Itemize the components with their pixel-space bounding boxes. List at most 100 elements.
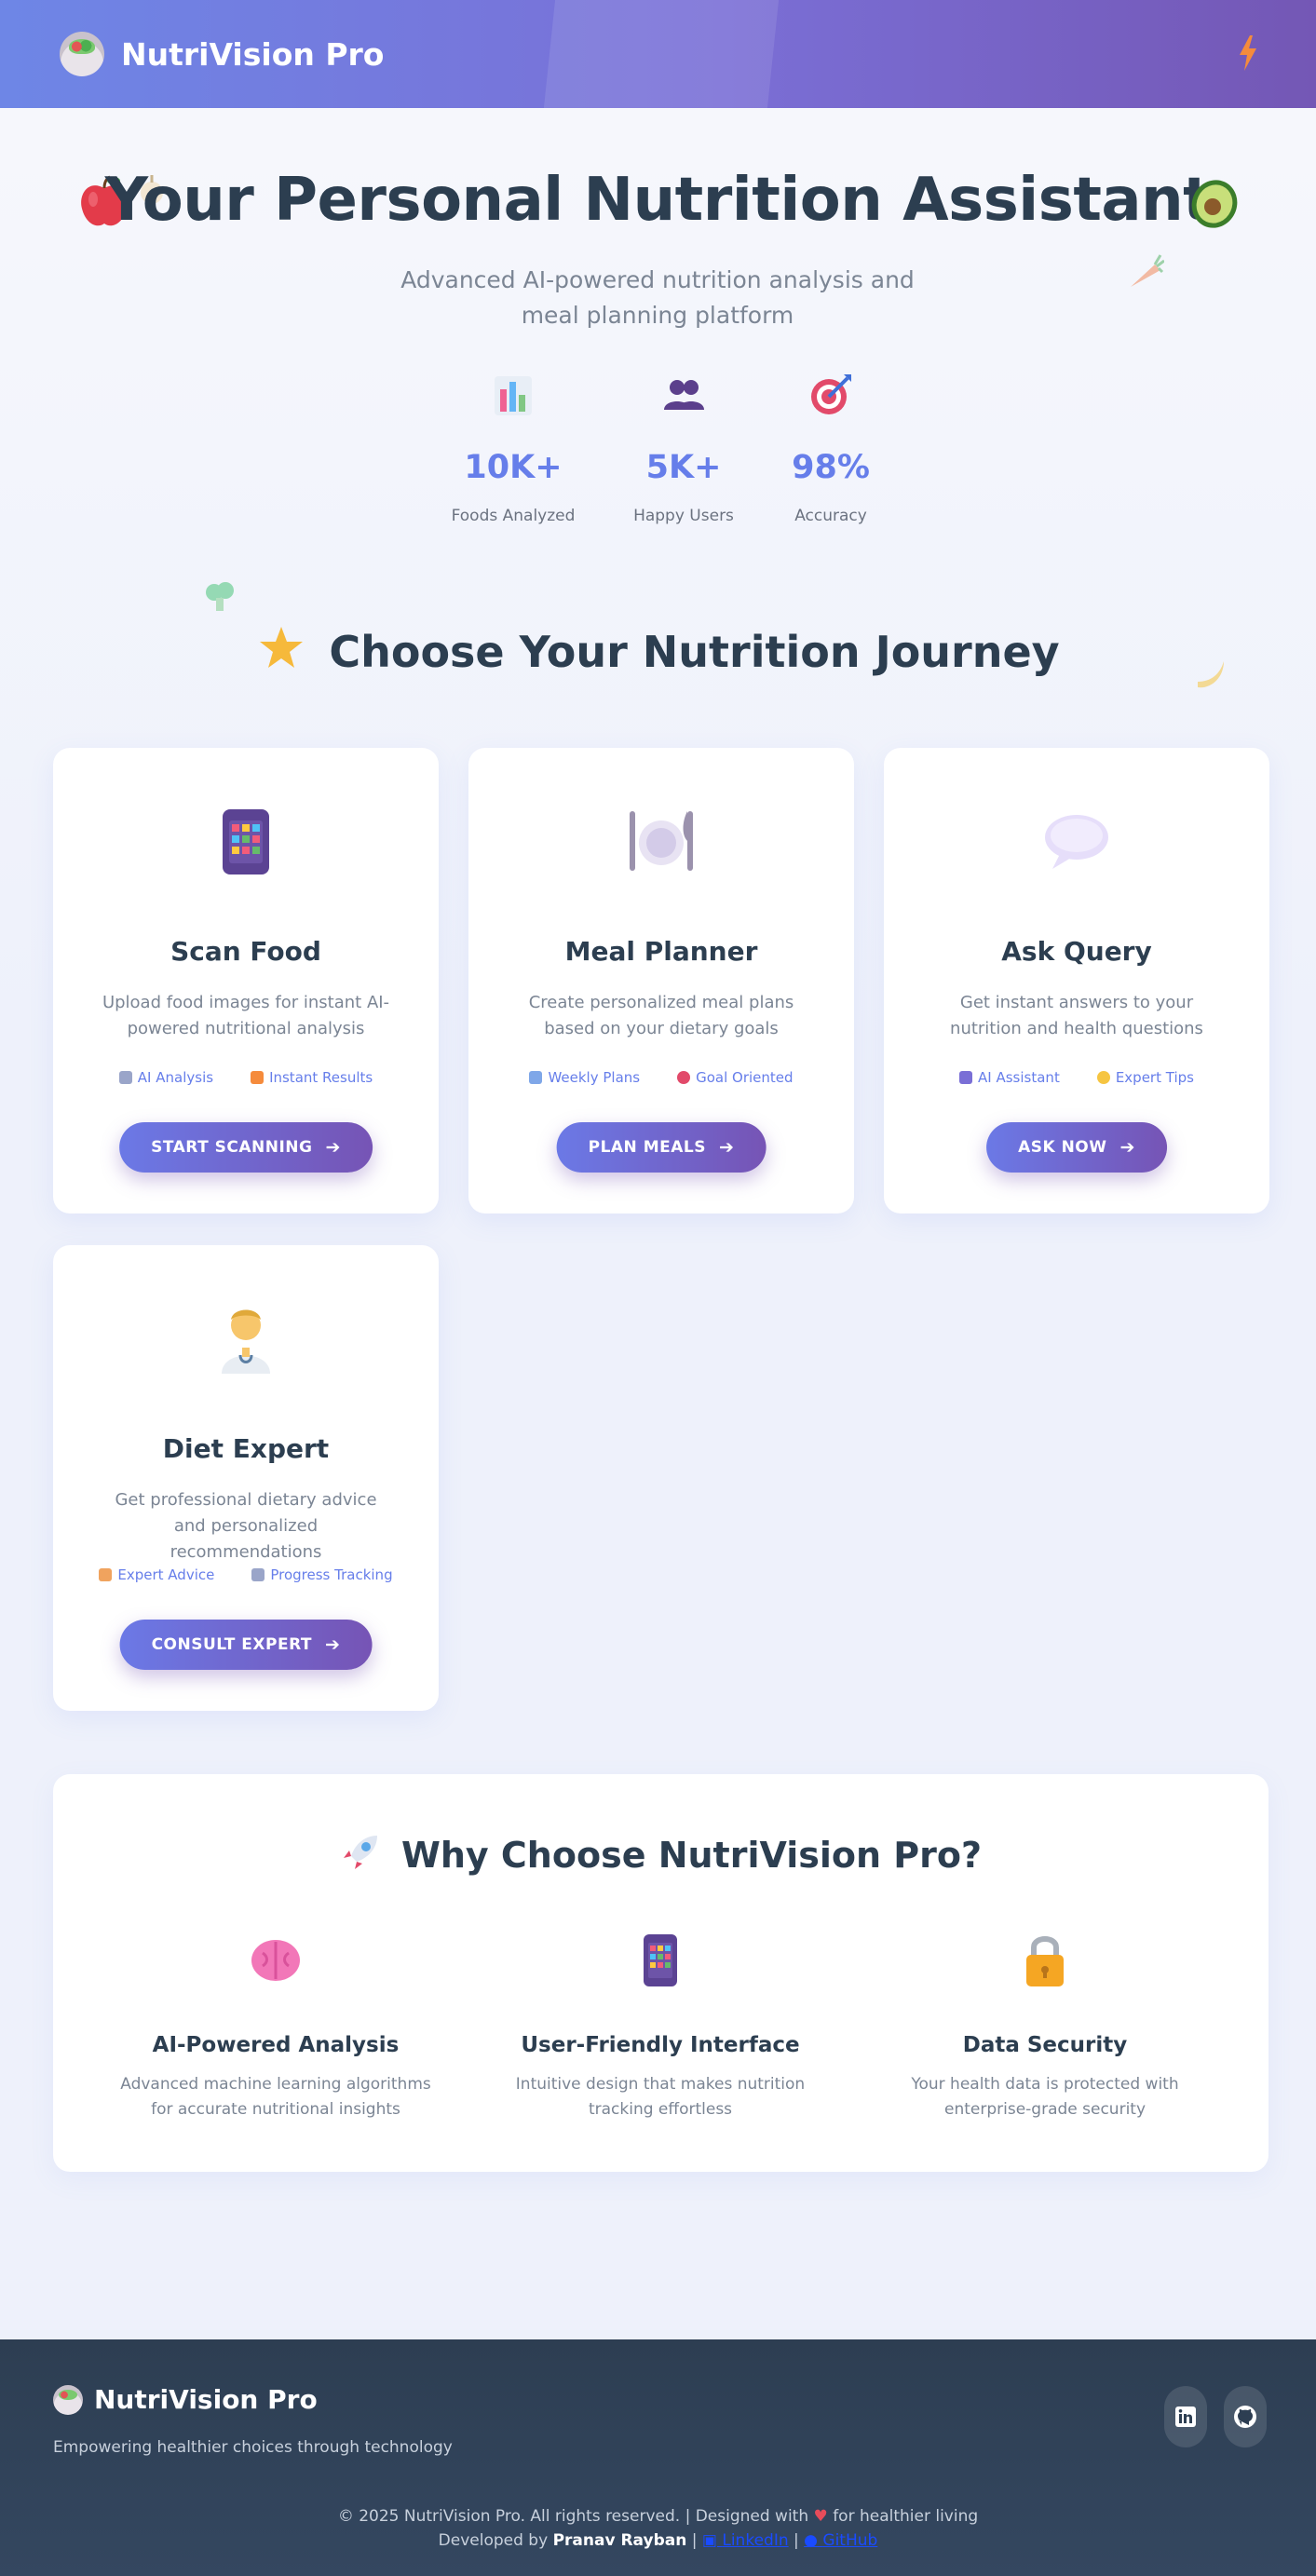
tag-instant-results: Instant Results — [251, 1069, 373, 1086]
card-meal-planner[interactable]: Meal Planner Create personalized meal pl… — [468, 748, 854, 1213]
footer-tagline: Empowering healthier choices through tec… — [53, 2438, 453, 2457]
tag-ai-analysis: AI Analysis — [118, 1069, 214, 1086]
calendar-icon — [529, 1071, 543, 1084]
plate-cutlery-icon — [630, 811, 693, 871]
ask-now-button[interactable]: ASK NOW ➔ — [986, 1122, 1167, 1173]
footer-brand[interactable]: NutriVision Pro — [53, 2384, 318, 2415]
bar-chart-icon — [495, 376, 532, 415]
consult-expert-button[interactable]: CONSULT EXPERT ➔ — [119, 1620, 373, 1670]
card-description: Upload food images for instant AI-powere… — [102, 993, 390, 1038]
target-icon — [677, 1071, 691, 1084]
github-icon: ● — [804, 2531, 818, 2550]
arrow-right-icon: ➔ — [718, 1137, 735, 1158]
card-title: Scan Food — [170, 936, 321, 967]
heart-icon: ♥ — [813, 2507, 828, 2526]
plan-meals-button[interactable]: PLAN MEALS ➔ — [556, 1122, 767, 1173]
stat-value: 5K+ — [645, 449, 722, 486]
target-icon — [811, 374, 851, 414]
card-ask-query[interactable]: Ask Query Get instant answers to your nu… — [884, 748, 1269, 1213]
card-title: Ask Query — [1001, 936, 1152, 967]
footer-developer: Developed by Pranav Rayban | ▣ LinkedIn … — [0, 2531, 1316, 2550]
mobile-phone-icon — [644, 1934, 677, 1986]
lightning-icon[interactable] — [1238, 35, 1258, 71]
linkedin-icon: ▣ — [701, 2531, 717, 2550]
brand[interactable]: NutriVision Pro — [60, 32, 384, 76]
stat-accuracy: 98% Accuracy — [747, 373, 915, 525]
linkedin-icon — [1175, 2407, 1196, 2427]
button-label: ASK NOW — [1018, 1138, 1107, 1157]
card-scan-food[interactable]: Scan Food Upload food images for instant… — [53, 748, 439, 1213]
separator: | — [794, 2531, 799, 2550]
start-scanning-button[interactable]: START SCANNING ➔ — [119, 1122, 373, 1173]
developer-name: Pranav Rayban — [552, 2531, 687, 2550]
linkedin-link-label: LinkedIn — [722, 2531, 789, 2550]
card-tags: AI Assistant Expert Tips — [884, 1069, 1269, 1086]
copyright-text-end: for healthier living — [833, 2507, 979, 2526]
tag-label: Goal Oriented — [696, 1069, 794, 1086]
stat-happy-users: 5K+ Happy Users — [600, 373, 767, 525]
mobile-phone-icon — [223, 809, 269, 874]
card-tags: Weekly Plans Goal Oriented — [468, 1069, 854, 1086]
tag-label: AI Assistant — [978, 1069, 1060, 1086]
lock-icon — [1026, 1936, 1064, 1986]
speech-bubble-icon — [1045, 815, 1108, 869]
feature-ai-powered: AI-Powered Analysis Advanced machine lea… — [89, 1932, 462, 2122]
footer: NutriVision Pro Empowering healthier cho… — [0, 2339, 1316, 2576]
tag-expert-advice: Expert Advice — [99, 1566, 214, 1583]
card-description: Get professional dietary advice and pers… — [115, 1490, 377, 1562]
stat-foods-analyzed: 10K+ Foods Analyzed — [429, 373, 597, 525]
linkedin-button[interactable] — [1164, 2386, 1207, 2447]
hero-title: Your Personal Nutrition Assistant — [104, 166, 1212, 235]
github-link[interactable]: ● GitHub — [804, 2531, 877, 2550]
card-title: Meal Planner — [564, 936, 758, 967]
tag-progress-tracking: Progress Tracking — [251, 1566, 393, 1583]
feature-title: Data Security — [962, 2033, 1128, 2057]
card-tags: Expert Advice Progress Tracking — [53, 1566, 439, 1583]
hero-subtitle: Advanced AI-powered nutrition analysis a… — [400, 266, 915, 329]
person-icon — [99, 1568, 113, 1581]
tag-label: Expert Advice — [117, 1566, 215, 1583]
journey-section-title: Choose Your Nutrition Journey — [0, 624, 1316, 677]
salad-bowl-icon — [60, 32, 104, 76]
stat-label: Happy Users — [633, 507, 734, 525]
journey-title-text: Choose Your Nutrition Journey — [329, 627, 1060, 677]
feature-title: AI-Powered Analysis — [152, 2033, 400, 2057]
stat-value: 98% — [792, 449, 870, 486]
copyright-text: © 2025 NutriVision Pro. All rights reser… — [337, 2507, 809, 2526]
feature-description: Intuitive design that makes nutrition tr… — [515, 2075, 806, 2119]
stat-label: Foods Analyzed — [451, 507, 576, 525]
robot-icon — [959, 1071, 973, 1084]
brain-icon — [251, 1940, 300, 1981]
card-diet-expert[interactable]: Diet Expert Get professional dietary adv… — [53, 1245, 439, 1711]
button-label: CONSULT EXPERT — [151, 1635, 313, 1654]
header-sheen — [543, 0, 780, 108]
rocket-icon — [343, 1836, 377, 1869]
tag-goal-oriented: Goal Oriented — [677, 1069, 794, 1086]
chart-increasing-icon — [251, 1568, 265, 1581]
avocado-icon — [1191, 180, 1238, 228]
footer-copyright: © 2025 NutriVision Pro. All rights reser… — [0, 2507, 1316, 2526]
github-button[interactable] — [1224, 2386, 1267, 2447]
why-section: Why Choose NutriVision Pro? AI-Powered A… — [53, 1774, 1269, 2172]
stat-label: Accuracy — [794, 507, 867, 525]
feature-data-security: Data Security Your health data is protec… — [859, 1932, 1231, 2122]
tag-label: Progress Tracking — [270, 1566, 393, 1583]
lightning-icon — [251, 1071, 265, 1084]
arrow-right-icon: ➔ — [325, 1137, 341, 1158]
tag-label: AI Analysis — [137, 1069, 214, 1086]
tag-label: Expert Tips — [1115, 1069, 1194, 1086]
linkedin-link[interactable]: ▣ LinkedIn — [702, 2531, 789, 2550]
doctor-icon — [222, 1309, 270, 1374]
button-label: PLAN MEALS — [588, 1138, 706, 1157]
salad-bowl-icon — [53, 2384, 83, 2415]
brand-name: NutriVision Pro — [121, 35, 385, 73]
tag-weekly-plans: Weekly Plans — [529, 1069, 640, 1086]
footer-brand-name: NutriVision Pro — [94, 2384, 318, 2415]
tag-expert-tips: Expert Tips — [1096, 1069, 1194, 1086]
feature-user-friendly: User-Friendly Interface Intuitive design… — [474, 1932, 847, 2122]
card-title: Diet Expert — [162, 1433, 330, 1464]
star-icon — [260, 627, 304, 668]
separator: | — [691, 2531, 698, 2550]
carrot-icon — [1131, 254, 1164, 287]
stat-value: 10K+ — [464, 449, 563, 486]
